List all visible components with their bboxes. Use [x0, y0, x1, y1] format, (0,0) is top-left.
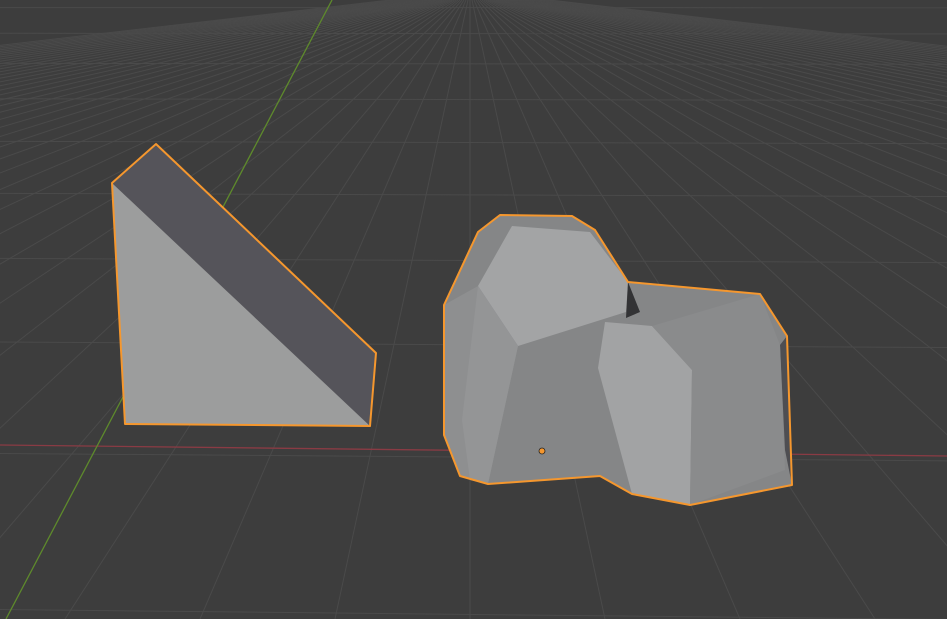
3d-viewport[interactable] [0, 0, 947, 619]
object-origin-point[interactable] [538, 447, 546, 455]
